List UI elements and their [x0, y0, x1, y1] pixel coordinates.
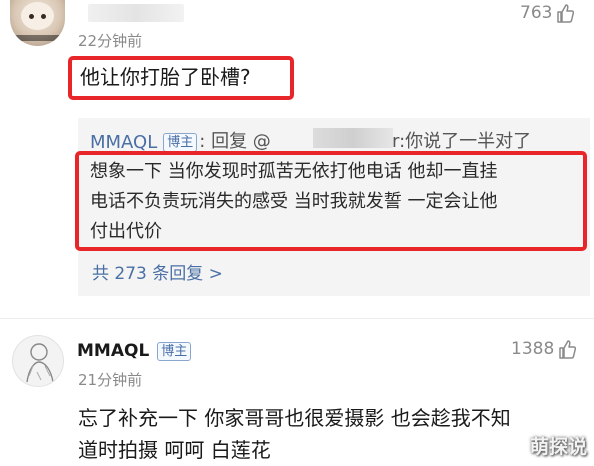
watermark: 萌探说 [530, 436, 588, 458]
like-count: 1388 [511, 339, 555, 359]
reply-line: 想象一下 当你发现时孤苦无依打他电话 他却一直挂 [90, 161, 498, 182]
comment-line: 道时拍摄 呵呵 白莲花 [78, 438, 271, 462]
reply-line: 付出代价 [90, 221, 162, 242]
comment-time: 21分钟前 [78, 371, 143, 389]
comment-text: 他让你打胎了卧槽? [80, 65, 251, 89]
reply-line1: 你说了一半对了 [405, 131, 532, 152]
divider [0, 318, 594, 319]
user-avatar[interactable] [12, 335, 64, 387]
user-avatar[interactable] [10, 0, 65, 46]
like-count: 763 [520, 3, 553, 23]
comment2-header: MMAQL 博主 [77, 341, 192, 361]
comment-author[interactable]: MMAQL [77, 341, 149, 361]
author-badge: 博主 [163, 132, 198, 152]
avatar-caption [14, 35, 61, 41]
avatar-eye [29, 14, 34, 19]
reply-line: 电话不负责玩消失的感受 当时我就发誓 一定会让他 [90, 191, 498, 212]
redacted-mention [313, 128, 393, 148]
avatar-face [21, 2, 54, 30]
more-replies-link[interactable]: 共 273 条回复 > [92, 259, 223, 284]
thumbs-up-icon [559, 340, 577, 359]
mention-tail: r: [392, 131, 406, 152]
redacted-username [88, 4, 184, 22]
avatar-eye [41, 14, 46, 19]
reply-author[interactable]: MMAQL [90, 132, 157, 153]
like-button[interactable]: 1388 [511, 339, 577, 359]
sketch-avatar-art [26, 343, 54, 383]
like-button[interactable]: 763 [520, 3, 575, 23]
comment-line: 忘了补充一下 你家哥哥也很爱摄影 也会趁我不知 [78, 406, 511, 430]
thumbs-up-icon [557, 4, 575, 23]
author-badge: 博主 [157, 341, 192, 361]
comment-time: 22分钟前 [78, 32, 143, 50]
